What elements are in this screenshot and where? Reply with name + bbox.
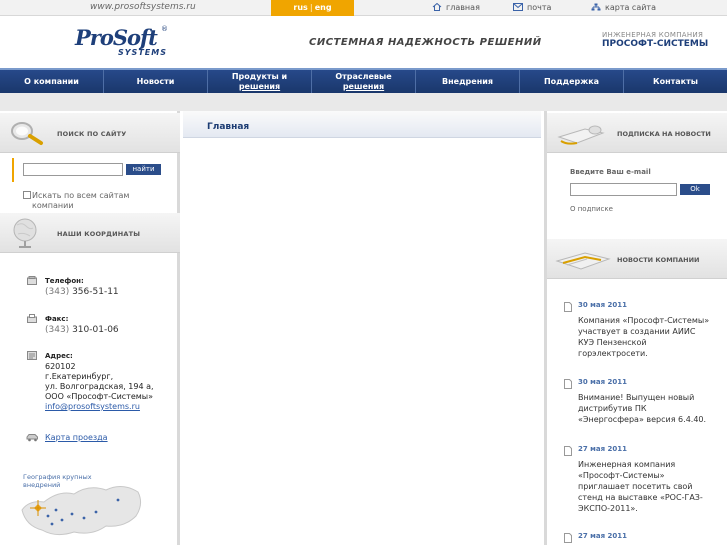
- address-text: 620102 г.Екатеринбург, ул. Волгоградская…: [45, 362, 175, 412]
- phone-code: (343): [45, 287, 70, 297]
- separator-band: [0, 93, 727, 111]
- about-subscription-link[interactable]: О подписке: [570, 205, 613, 213]
- magnifier-icon: [11, 122, 43, 145]
- fax-value: (343) 310-01-06: [45, 325, 119, 335]
- search-input[interactable]: [23, 163, 123, 176]
- address-label: Адрес:: [45, 352, 73, 360]
- nav-item-news[interactable]: Новости: [104, 70, 208, 93]
- language-switcher: rus | eng: [271, 0, 354, 16]
- news-date: 30 мая 2011: [578, 378, 628, 386]
- nav-label: Внедрения: [442, 76, 493, 86]
- subscribe-email-input[interactable]: [570, 183, 677, 196]
- phone-number: 356-51-11: [72, 287, 119, 297]
- logo-registered-mark: ®: [161, 25, 168, 33]
- nav-label: Продукты и: [231, 71, 288, 81]
- news-text: Инженерная компания «Прософт-Системы» пр…: [578, 460, 703, 513]
- subscribe-title: ПОДПИСКА НА НОВОСТИ: [617, 130, 711, 138]
- mail-icon: [513, 3, 523, 11]
- news-date: 27 мая 2011: [578, 532, 628, 540]
- email-label: Введите Ваш e-mail: [570, 168, 651, 176]
- nav-item-products[interactable]: Продукты и решения: [208, 70, 312, 93]
- company-brand: ИНЖЕНЕРНАЯ КОМПАНИЯ ПРОСОФТ-СИСТЕМЫ: [602, 31, 708, 49]
- news-section-title: НОВОСТИ КОМПАНИИ: [617, 256, 700, 264]
- search-section-header: ПОИСК ПО САЙТУ: [0, 113, 180, 153]
- nav-item-about[interactable]: О компании: [0, 70, 104, 93]
- car-icon: [26, 434, 38, 442]
- search-accent-bar: [12, 158, 14, 182]
- coords-section-header: НАШИ КООРДИНАТЫ: [0, 213, 180, 253]
- address-street: ул. Волгоградская, 194 а,: [45, 382, 154, 391]
- lang-en-link[interactable]: eng: [313, 3, 334, 12]
- nav-label-line2: решения: [342, 81, 385, 91]
- brand-line-1: ИНЖЕНЕРНАЯ КОМПАНИЯ: [602, 31, 704, 39]
- nav-item-contacts[interactable]: Контакты: [624, 70, 727, 93]
- phone-label: Телефон:: [45, 277, 84, 285]
- home-link-label: главная: [446, 3, 480, 12]
- logo-sub-text: SYSTEMS: [118, 48, 167, 57]
- nav-label: Новости: [136, 76, 175, 86]
- newspaper-icon: [555, 252, 611, 270]
- email-link[interactable]: info@prosoftsystems.ru: [45, 402, 140, 411]
- nav-label: Отраслевые: [335, 71, 392, 81]
- mail-link-label: почта: [527, 3, 552, 12]
- coords-section-title: НАШИ КООРДИНАТЫ: [57, 230, 141, 238]
- document-icon: [564, 302, 572, 312]
- prosoft-logo[interactable]: ProSoft ® SYSTEMS: [75, 25, 168, 57]
- search-all-checkbox[interactable]: [23, 191, 31, 199]
- address-city: г.Екатеринбург,: [45, 372, 114, 381]
- top-strip: www.prosoftsystems.ru rus | eng главная по…: [0, 0, 727, 16]
- fax-code: (343): [45, 325, 70, 335]
- subscribe-section-header: ПОДПИСКА НА НОВОСТИ: [547, 113, 727, 153]
- fax-number: 310-01-06: [72, 325, 119, 335]
- phone-icon: [27, 276, 37, 285]
- document-icon: [564, 533, 572, 543]
- fax-label: Факс:: [45, 315, 69, 323]
- news-date: 30 мая 2011: [578, 301, 628, 309]
- address-company: ООО «Прософт-Системы»: [45, 392, 154, 401]
- sitemap-icon: [591, 3, 601, 11]
- globe-icon: [13, 218, 37, 248]
- mail-link[interactable]: почта: [513, 3, 551, 12]
- main-nav: О компании Новости Продукты и решения Отр…: [0, 68, 727, 93]
- geo-label[interactable]: География крупных внедрений: [23, 473, 103, 489]
- main-content: Главная: [183, 111, 541, 545]
- document-icon: [564, 446, 572, 456]
- news-section-header: НОВОСТИ КОМПАНИИ: [547, 239, 727, 279]
- sitemap-link-label: карта сайта: [605, 3, 656, 12]
- home-icon: [432, 3, 442, 11]
- subscribe-ok-button[interactable]: Ok: [680, 184, 710, 195]
- sitemap-link[interactable]: карта сайта: [591, 3, 656, 12]
- right-sidebar: ПОДПИСКА НА НОВОСТИ Введите Ваш e-mail O…: [544, 111, 727, 545]
- nav-item-industry[interactable]: Отраслевые решения: [312, 70, 416, 93]
- nav-label: О компании: [24, 76, 79, 86]
- address-icon: [27, 351, 37, 360]
- search-all-option[interactable]: Искать по всем сайтам компании: [23, 191, 153, 211]
- directions-map-link[interactable]: Карта проезда: [45, 433, 108, 442]
- nav-label: Поддержка: [543, 76, 600, 86]
- phone-value: (343) 356-51-11: [45, 287, 119, 297]
- nav-label-line2: решения: [238, 81, 281, 91]
- search-section-title: ПОИСК ПО САЙТУ: [57, 130, 127, 138]
- nav-item-implementations[interactable]: Внедрения: [416, 70, 520, 93]
- header: ProSoft ® SYSTEMS СИСТЕМНАЯ НАДЕЖНОСТЬ Р…: [0, 17, 727, 68]
- address-zip: 620102: [45, 362, 76, 371]
- document-icon: [564, 379, 572, 389]
- scroll-icon: [557, 125, 605, 145]
- nav-item-support[interactable]: Поддержка: [520, 70, 624, 93]
- news-text: Внимание! Выпущен новый дистрибутив ПК «…: [578, 393, 707, 424]
- logo-main-text: ProSoft: [75, 25, 158, 50]
- slogan: СИСТЕМНАЯ НАДЕЖНОСТЬ РЕШЕНИЙ: [309, 37, 542, 48]
- search-all-label: Искать по всем сайтам компании: [32, 191, 130, 210]
- fax-icon: [27, 314, 37, 323]
- brand-line-2: ПРОСОФТ-СИСТЕМЫ: [602, 39, 709, 49]
- search-button[interactable]: найти: [126, 164, 161, 175]
- lang-ru-link[interactable]: rus: [291, 3, 309, 12]
- page-title: Главная: [207, 122, 250, 132]
- home-link[interactable]: главная: [432, 3, 480, 12]
- news-date: 27 мая 2011: [578, 445, 628, 453]
- site-url: www.prosoftsystems.ru: [90, 2, 196, 12]
- content-header: Главная: [183, 111, 541, 138]
- news-text: Компания «Прософт-Системы» участвует в с…: [578, 316, 710, 358]
- nav-label: Контакты: [653, 76, 698, 86]
